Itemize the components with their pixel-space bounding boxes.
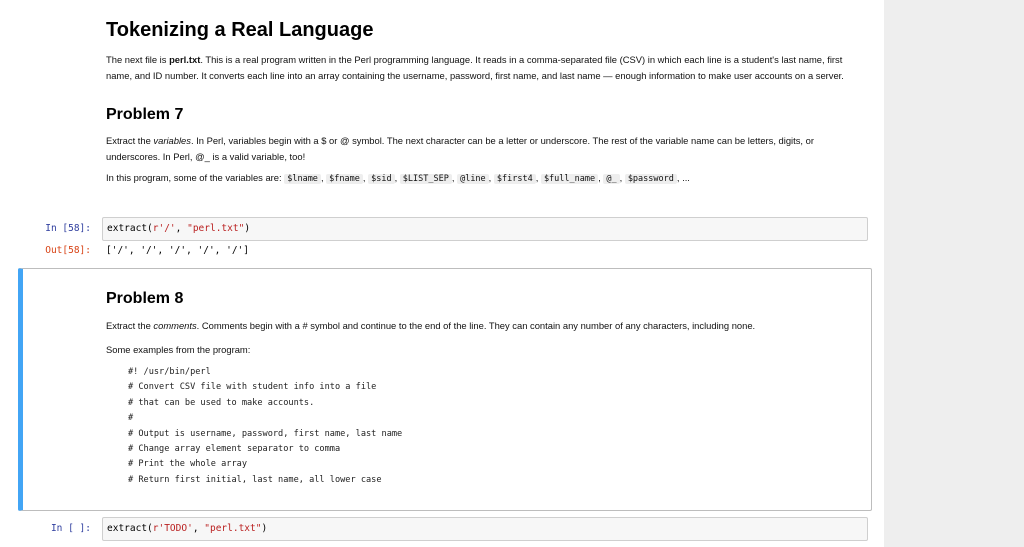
- input-prompt-empty: In [ ]:: [50, 523, 91, 534]
- problem-7-heading: Problem 7: [106, 106, 184, 123]
- markdown-cell-problem-8[interactable]: Problem 8 Extract the comments. Comments…: [106, 289, 860, 488]
- code-input-cell-58[interactable]: extract(r'/', "perl.txt"): [102, 217, 868, 241]
- output-prompt: Out[58]:: [45, 245, 91, 256]
- var-code: @line: [457, 174, 489, 184]
- section-title: Tokenizing a Real Language: [106, 19, 374, 41]
- problem-8-heading: Problem 8: [106, 290, 184, 307]
- code-line: #: [128, 413, 134, 424]
- examples-label: Some examples from the program:: [106, 343, 251, 355]
- input-prompt: In [58]:: [45, 223, 91, 234]
- intro-paragraph: The next file is perl.txt. This is a rea…: [106, 54, 844, 81]
- var-code: $full_name: [540, 174, 599, 184]
- code-line: # Print the whole array: [128, 459, 247, 470]
- problem-7-description: Extract the variables. In Perl, variable…: [106, 135, 814, 162]
- var-code: $sid: [368, 174, 395, 184]
- cell-output: ['/', '/', '/', '/', '/']: [106, 245, 249, 256]
- problem-8-description: Extract the comments. Comments begin wit…: [106, 320, 756, 331]
- code-line: # Convert CSV file with student info int…: [128, 382, 377, 393]
- code-line: #! /usr/bin/perl: [128, 367, 211, 377]
- var-code: $lname: [284, 174, 321, 184]
- code-line: # Output is username, password, first na…: [128, 428, 403, 439]
- markdown-cell-intro[interactable]: Tokenizing a Real Language The next file…: [106, 18, 860, 188]
- code-line: # Return first initial, last name, all l…: [128, 474, 382, 485]
- code-line: # Change array element separator to comm…: [128, 444, 341, 455]
- notebook-container: Tokenizing a Real Language The next file…: [0, 0, 884, 547]
- right-gutter: [884, 0, 1024, 547]
- code-line: # that can be used to make accounts.: [128, 397, 315, 408]
- code-input-cell-todo[interactable]: extract(r'TODO', "perl.txt"): [102, 517, 868, 541]
- var-code: $fname: [326, 174, 363, 184]
- var-code: $LIST_SEP: [399, 174, 452, 184]
- var-code: $first4: [493, 174, 536, 184]
- var-code: $password: [624, 174, 677, 184]
- var-code: @_: [603, 174, 620, 184]
- variables-examples: In this program, some of the variables a…: [106, 172, 690, 184]
- filename-text: perl.txt: [169, 54, 201, 65]
- comment-examples-block: #! /usr/bin/perl # Convert CSV file with …: [128, 365, 860, 488]
